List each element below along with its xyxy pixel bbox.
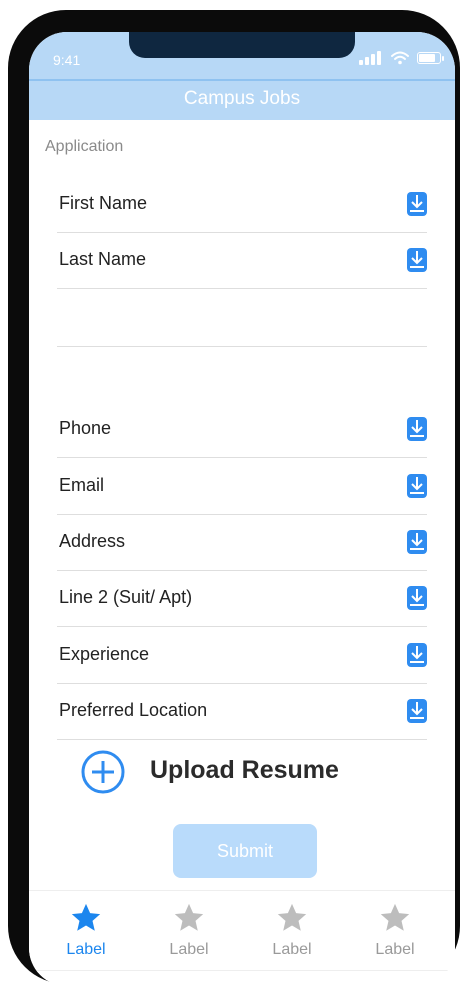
field-experience[interactable]: Experience [57,628,427,684]
download-icon[interactable] [407,530,427,554]
field-phone[interactable]: Phone [57,402,427,458]
field-address[interactable]: Address [57,515,427,571]
download-icon[interactable] [407,699,427,723]
field-first-name[interactable]: First Name [57,177,427,233]
header-divider [29,79,455,81]
app-title: Campus Jobs [183,88,301,109]
field-label: First Name [59,193,148,213]
upload-resume-label: Upload Resume [150,756,339,784]
star-icon [277,903,307,931]
field-preferred-location[interactable]: Preferred Location [57,684,427,740]
phone-frame: 9:41 Campus Jobs Application First Name … [8,10,460,986]
battery-icon [417,52,444,64]
divider [57,626,427,627]
field-label: Experience [59,644,150,664]
divider [57,346,427,347]
star-icon [71,903,101,931]
star-icon [174,903,204,931]
star-icon [380,903,410,931]
home-area [29,970,455,986]
notch [129,32,355,58]
divider [57,288,427,289]
upload-resume-button[interactable]: Upload Resume [81,750,381,796]
plus-circle-icon[interactable] [81,750,125,794]
download-icon[interactable] [407,643,427,667]
section-label: Application [45,138,124,155]
field-label: Line 2 (Suit/ Apt) [59,587,193,607]
download-icon[interactable] [407,417,427,441]
tab-4[interactable]: Label [355,901,435,971]
field-line-2[interactable]: Line 2 (Suit/ Apt) [57,571,427,627]
field-label: Last Name [59,249,147,269]
submit-button[interactable]: Submit [173,824,317,878]
field-label: Address [59,531,126,551]
tab-label: Label [272,941,312,958]
download-icon[interactable] [407,248,427,272]
top-bar: 9:41 Campus Jobs [29,32,455,120]
tab-label: Label [66,941,106,958]
field-last-name[interactable]: Last Name [57,233,427,289]
status-time: 9:41 [53,52,81,68]
download-icon[interactable] [407,192,427,216]
screen: 9:41 Campus Jobs Application First Name … [29,32,455,986]
signal-icon [359,51,383,65]
field-label: Phone [59,418,112,438]
field-label: Preferred Location [59,700,208,720]
tab-label: Label [375,941,415,958]
divider [57,739,427,740]
status-icons [359,50,444,66]
divider [57,457,427,458]
field-email[interactable]: Email [57,459,427,515]
tab-1[interactable]: Label [46,901,126,971]
blank-row [57,346,427,402]
tab-bar: Label Label Label Label [29,890,455,973]
tab-label: Label [169,941,209,958]
download-icon[interactable] [407,474,427,498]
field-label: Email [59,475,105,495]
wifi-icon [391,51,409,65]
tab-3[interactable]: Label [252,901,332,971]
tab-2[interactable]: Label [149,901,229,971]
download-icon[interactable] [407,586,427,610]
